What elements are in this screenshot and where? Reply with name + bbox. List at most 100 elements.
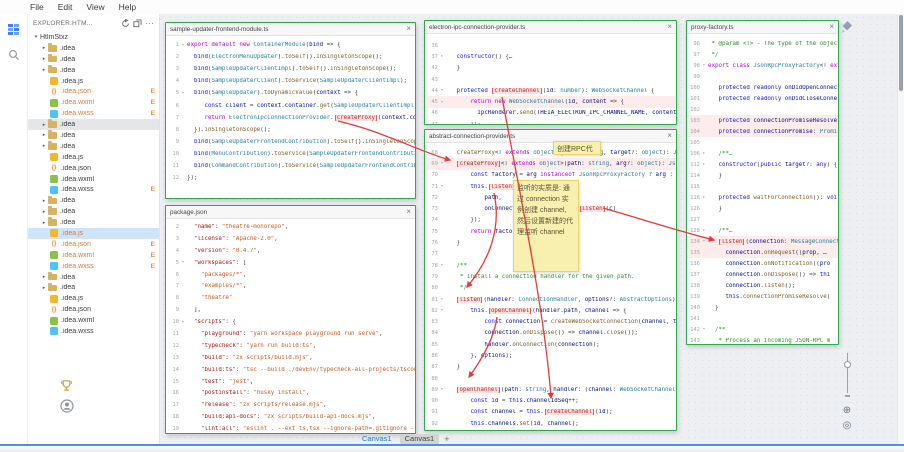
code-line: 90 const id = this.channelIdSeq++; (425, 396, 676, 407)
highlighted-token[interactable]: openChannel (457, 387, 499, 393)
collapse-all-icon[interactable] (133, 19, 142, 28)
code-line: 11 "playground": "yarn workspace playgro… (166, 328, 415, 340)
close-icon[interactable]: × (406, 25, 411, 33)
tree-file[interactable]: {}.idea.jsonE (28, 86, 159, 97)
annotation-note[interactable]: 监听的实质是: 通过 connection 实例创建 channel, 然后设置… (513, 180, 579, 272)
panel-header[interactable]: abstract-connection-provider.ts× (425, 130, 676, 143)
close-icon[interactable]: × (667, 132, 672, 140)
tree-file[interactable]: {}.idea.json (28, 163, 159, 174)
close-icon[interactable]: × (406, 208, 411, 216)
zoom-slider-handle[interactable] (844, 361, 851, 368)
canvas-zoom-slider[interactable] (841, 351, 855, 397)
js-file-icon (50, 295, 58, 303)
tree-folder[interactable]: ▸.idea (28, 206, 159, 217)
tree-folder[interactable]: ▸.idea (28, 119, 159, 130)
folder-icon (48, 198, 57, 205)
tree-file[interactable]: .idea.js (28, 76, 159, 87)
panel-header[interactable]: proxy-factory.ts× (687, 21, 838, 34)
zoom-reset-button[interactable]: ◎ (839, 419, 855, 433)
tree-folder[interactable]: ▸.idea (28, 54, 159, 65)
highlighted-token[interactable]: listen (457, 297, 482, 303)
canvas-tab-1[interactable]: Canvas1 (357, 434, 397, 444)
code-line: 11 bind(CommandContribution).toService(S… (166, 160, 415, 172)
zoom-in-button[interactable]: ⊕ (839, 404, 855, 418)
tree-folder[interactable]: ▸.idea (28, 130, 159, 141)
brush-icon[interactable] (841, 20, 853, 38)
achievements-icon[interactable] (60, 379, 80, 397)
tree-folder[interactable]: ▸.idea (28, 141, 159, 152)
tree-file[interactable]: .idea.wxmlE (28, 250, 159, 261)
scrollbar-thumb[interactable] (899, 15, 903, 91)
account-icon[interactable] (60, 399, 80, 418)
folder-icon (48, 285, 57, 292)
code-line: 2 bind(ElectronMenuUpdater).toSelf().inS… (166, 51, 415, 63)
tree-file[interactable]: {}.idea.json (28, 304, 159, 315)
close-icon[interactable]: × (829, 23, 834, 31)
tree-folder[interactable]: ▸.idea (28, 195, 159, 206)
close-icon[interactable]: × (667, 23, 672, 31)
activity-bar (0, 14, 28, 444)
panel-header[interactable]: electron-ipc-connection-provider.ts× (425, 21, 676, 34)
highlighted-token[interactable]: listen (719, 239, 744, 245)
highlighted-token[interactable]: listen (489, 184, 514, 190)
error-badge: E (151, 186, 155, 193)
code-line: 101 protected readonly onDidCloseConne (687, 93, 838, 104)
menu-edit[interactable]: Edit (51, 2, 80, 12)
highlighted-token[interactable]: createProxy (457, 161, 499, 167)
tree-file[interactable]: .idea.wxssE (28, 184, 159, 195)
panel-header[interactable]: sample-updater-frontend-module.ts× (166, 23, 415, 36)
tree-file[interactable]: .idea.wxssE (28, 261, 159, 272)
menu-file[interactable]: File (23, 2, 51, 12)
annotation-note[interactable]: 创建RPC代理 (553, 141, 601, 155)
tree-folder[interactable]: ▸.idea (28, 43, 159, 54)
code-line: 6 const client = context.container.get(S… (166, 99, 415, 111)
search-icon[interactable] (6, 47, 22, 63)
tree-folder[interactable]: ▸.idea (28, 282, 159, 293)
code-line: 79 * Install a connection handler for th… (425, 271, 676, 282)
tree-file[interactable]: .idea.js (28, 152, 159, 163)
error-badge: E (151, 110, 155, 117)
tree-file[interactable]: .idea.wxss (28, 326, 159, 337)
more-actions-icon[interactable]: ··· (145, 19, 154, 28)
code-line: 112▸ constructor(public target?: any) { (687, 159, 838, 170)
panel-header[interactable]: package.json× (166, 206, 415, 219)
explorer-view-icon[interactable] (6, 21, 22, 37)
tree-folder[interactable]: ▾HtlmStxz (28, 32, 159, 43)
tree-file[interactable]: .idea.wxssE (28, 108, 159, 119)
add-canvas-button[interactable]: + (442, 434, 451, 444)
explorer-sidebar: EXPLORER.HTM... ··· ▾HtlmStxz▸.idea▸.ide… (28, 14, 160, 444)
code-line: 14 "build:ts": "tsc --build ./devEnv/typ… (166, 364, 415, 376)
code-editor[interactable]: 96 * @param <T> - The type of the object… (687, 34, 838, 345)
code-editor[interactable]: 3637▸ constructor() {…42 }4344▾ protecte… (425, 34, 676, 125)
code-line: 97 */ (687, 49, 838, 60)
tree-folder[interactable]: ▸.idea (28, 272, 159, 283)
highlighted-token[interactable]: createChannel (545, 409, 594, 415)
code-editor[interactable]: 1▾export default new ContainerModule(bin… (166, 36, 415, 184)
highlighted-token[interactable]: createChannel (492, 88, 541, 94)
highlighted-token[interactable]: openChannel (489, 308, 531, 314)
tree-file[interactable]: .idea.js (28, 293, 159, 304)
canvas-area[interactable]: sample-updater-frontend-module.ts×1▾expo… (160, 14, 897, 444)
highlighted-token[interactable]: listen (580, 206, 605, 212)
tree-file[interactable]: .idea.wxmlE (28, 97, 159, 108)
tree-file[interactable]: {}.idea.jsonE (28, 239, 159, 250)
tree-file[interactable]: .idea.wxml (28, 315, 159, 326)
tree-folder[interactable]: ▸.idea (28, 217, 159, 228)
code-line: 6 "packages/*", (166, 269, 415, 281)
refresh-icon[interactable] (121, 19, 130, 28)
tree-file[interactable]: .idea.wxml (28, 174, 159, 185)
menu-help[interactable]: Help (112, 2, 143, 12)
code-line: 141 (687, 313, 838, 324)
code-editor[interactable]: 2 "name": "theatre-monorepo",3 "license"… (166, 219, 415, 434)
vertical-scrollbar[interactable] (897, 14, 904, 444)
highlighted-token[interactable]: createProxy (335, 115, 377, 121)
code-line: 4 bind(SampleUpdaterClient).toService(Sa… (166, 75, 415, 87)
tree-file[interactable]: .idea.js (28, 228, 159, 239)
error-badge: E (151, 252, 155, 259)
code-line: 104 protected connectionPromise: Promi (687, 126, 838, 137)
code-line: 47 }); (425, 119, 676, 125)
code-line: 5▾ "workspaces": [ (166, 257, 415, 269)
tree-folder[interactable]: ▸.idea (28, 65, 159, 76)
canvas-tab-2[interactable]: Canvas1 (400, 434, 440, 444)
menu-view[interactable]: View (79, 2, 111, 12)
